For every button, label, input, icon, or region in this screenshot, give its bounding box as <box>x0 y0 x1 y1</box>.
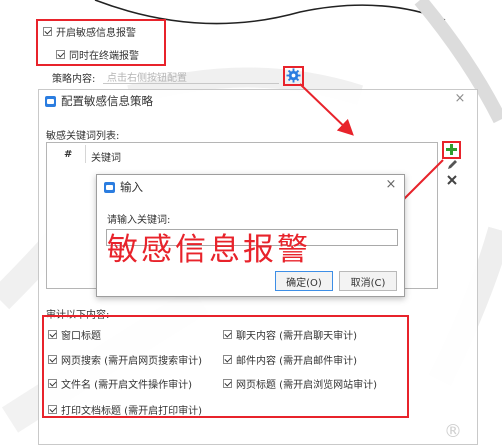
check-icon <box>48 405 57 414</box>
input-dialog-close-button[interactable]: × <box>384 178 398 192</box>
close-icon: × <box>385 177 397 192</box>
arrow-gear-to-dialog <box>299 83 354 136</box>
audit-option-print[interactable]: 打印文档标题 (需开启打印审计) <box>48 402 202 417</box>
input-dialog-title: 输入 <box>120 180 143 194</box>
check-icon <box>48 330 57 339</box>
check-icon <box>223 330 232 339</box>
audit-option-email[interactable]: 邮件内容 (需开启邮件审计) <box>223 352 357 367</box>
input-dialog-titlebar: 输入 <box>104 179 143 195</box>
ok-button[interactable]: 确定(O) <box>275 271 333 291</box>
check-icon <box>223 355 232 364</box>
ok-label: 确定(O) <box>286 277 322 289</box>
dialog-app-icon <box>104 181 115 193</box>
check-icon <box>223 379 232 388</box>
audit-option-web-title[interactable]: 网页标题 (需开启浏览网站审计) <box>223 376 377 391</box>
audit-option-window-title[interactable]: 窗口标题 <box>48 327 101 342</box>
audit-option-filename[interactable]: 文件名 (需开启文件操作审计) <box>48 376 192 391</box>
keyword-prompt-label: 请输入关键词: <box>107 215 171 226</box>
audit-option-chat[interactable]: 聊天内容 (需开启聊天审计) <box>223 327 357 342</box>
registered-mark: ® <box>444 421 462 442</box>
cancel-label: 取消(C) <box>350 277 386 289</box>
check-icon <box>48 379 57 388</box>
audit-option-web-search[interactable]: 网页搜索 (需开启网页搜索审计) <box>48 352 202 367</box>
keyword-input-value: 敏感信息报警 <box>107 232 311 268</box>
check-icon <box>48 355 57 364</box>
cancel-button[interactable]: 取消(C) <box>339 271 397 291</box>
